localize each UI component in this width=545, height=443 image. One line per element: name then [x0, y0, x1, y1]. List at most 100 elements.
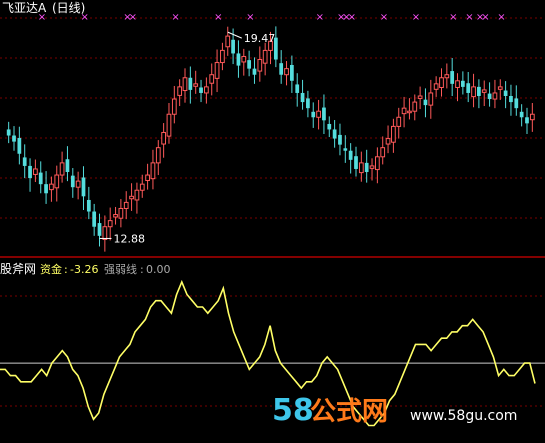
candle-body	[300, 92, 305, 103]
fund-line[interactable]	[0, 279, 536, 427]
candle[interactable]	[471, 73, 476, 108]
candle[interactable]	[54, 165, 60, 202]
candle[interactable]	[284, 61, 289, 86]
candle[interactable]	[102, 215, 108, 252]
stock-chart: × × ×× × × × × ××× × × × × ×× × 19.47 12.88 飞亚达A (日线)…	[0, 1, 545, 428]
candle[interactable]	[75, 171, 81, 200]
candle[interactable]	[38, 161, 43, 194]
candle[interactable]	[423, 88, 428, 118]
candle[interactable]	[348, 143, 353, 174]
candle[interactable]	[150, 149, 156, 190]
candle[interactable]	[22, 144, 27, 179]
candle[interactable]	[428, 79, 434, 119]
candle[interactable]	[311, 102, 316, 128]
candle-body	[455, 80, 460, 88]
candle[interactable]	[481, 80, 487, 107]
candle[interactable]	[354, 146, 358, 177]
candle[interactable]	[519, 104, 524, 127]
candle[interactable]	[247, 50, 251, 77]
candle[interactable]	[33, 159, 38, 183]
candle[interactable]	[322, 94, 326, 134]
candle-body	[247, 60, 251, 69]
candle[interactable]	[49, 176, 54, 202]
candle[interactable]	[220, 42, 225, 71]
candle[interactable]	[358, 151, 364, 182]
candle[interactable]	[129, 183, 134, 211]
candle[interactable]	[204, 77, 209, 104]
candle[interactable]	[252, 57, 257, 84]
candle[interactable]	[401, 96, 407, 128]
candle[interactable]	[177, 79, 183, 107]
candle[interactable]	[134, 182, 140, 214]
candle[interactable]	[257, 46, 263, 82]
candle-body	[231, 39, 235, 54]
candle[interactable]	[497, 79, 503, 100]
candle[interactable]	[306, 90, 310, 118]
candle[interactable]	[118, 199, 124, 228]
candle[interactable]	[417, 86, 423, 110]
candle[interactable]	[225, 26, 231, 56]
candle[interactable]	[86, 186, 91, 220]
candle[interactable]	[460, 71, 465, 95]
candle[interactable]	[209, 63, 215, 96]
candle[interactable]	[145, 163, 150, 190]
candle[interactable]	[380, 136, 386, 165]
candle[interactable]	[369, 158, 375, 181]
candle[interactable]	[28, 158, 32, 192]
candle[interactable]	[525, 107, 529, 134]
candle[interactable]	[199, 79, 203, 103]
candle[interactable]	[290, 55, 294, 93]
candle[interactable]	[107, 207, 113, 241]
candle[interactable]	[155, 140, 161, 176]
candle[interactable]	[81, 166, 86, 210]
candle[interactable]	[17, 126, 22, 165]
candle[interactable]	[161, 123, 167, 158]
candle[interactable]	[509, 84, 513, 116]
candle[interactable]	[529, 102, 535, 132]
candle[interactable]	[433, 76, 439, 97]
candle[interactable]	[391, 118, 396, 153]
candle[interactable]	[113, 206, 118, 225]
candle[interactable]	[12, 126, 16, 151]
candle[interactable]	[450, 58, 455, 96]
candle[interactable]	[477, 79, 481, 109]
candle[interactable]	[171, 85, 177, 124]
candle[interactable]	[487, 82, 492, 107]
candle[interactable]	[44, 171, 48, 204]
candle[interactable]	[300, 79, 305, 110]
candle[interactable]	[385, 125, 391, 154]
candle[interactable]	[343, 135, 348, 163]
candle[interactable]	[92, 203, 97, 236]
candle[interactable]	[338, 123, 342, 156]
candle[interactable]	[262, 42, 268, 76]
candle[interactable]	[236, 40, 241, 78]
candle-body	[492, 92, 498, 100]
candle[interactable]	[455, 73, 460, 102]
candle-body	[129, 195, 134, 200]
candle-body	[225, 35, 231, 48]
candle[interactable]	[316, 99, 321, 130]
candle[interactable]	[6, 121, 11, 144]
candle[interactable]	[407, 98, 412, 120]
candle[interactable]	[65, 146, 70, 182]
candle[interactable]	[396, 107, 402, 139]
candle[interactable]	[214, 49, 220, 93]
candle[interactable]	[439, 68, 444, 97]
candle[interactable]	[492, 79, 498, 109]
candle[interactable]	[332, 120, 337, 148]
candle[interactable]	[70, 168, 75, 198]
candle[interactable]	[444, 63, 450, 89]
candle[interactable]	[193, 70, 199, 94]
candle[interactable]	[279, 50, 284, 84]
candle[interactable]	[327, 116, 332, 138]
candle[interactable]	[241, 48, 247, 76]
candle[interactable]	[97, 213, 102, 247]
signal-marker: ×	[348, 12, 356, 23]
candle[interactable]	[295, 73, 300, 107]
candle[interactable]	[514, 85, 519, 116]
candle-body	[177, 86, 183, 96]
candle[interactable]	[123, 191, 129, 220]
candle-body	[49, 183, 54, 191]
candle-body	[327, 123, 332, 130]
candle[interactable]	[503, 81, 508, 109]
